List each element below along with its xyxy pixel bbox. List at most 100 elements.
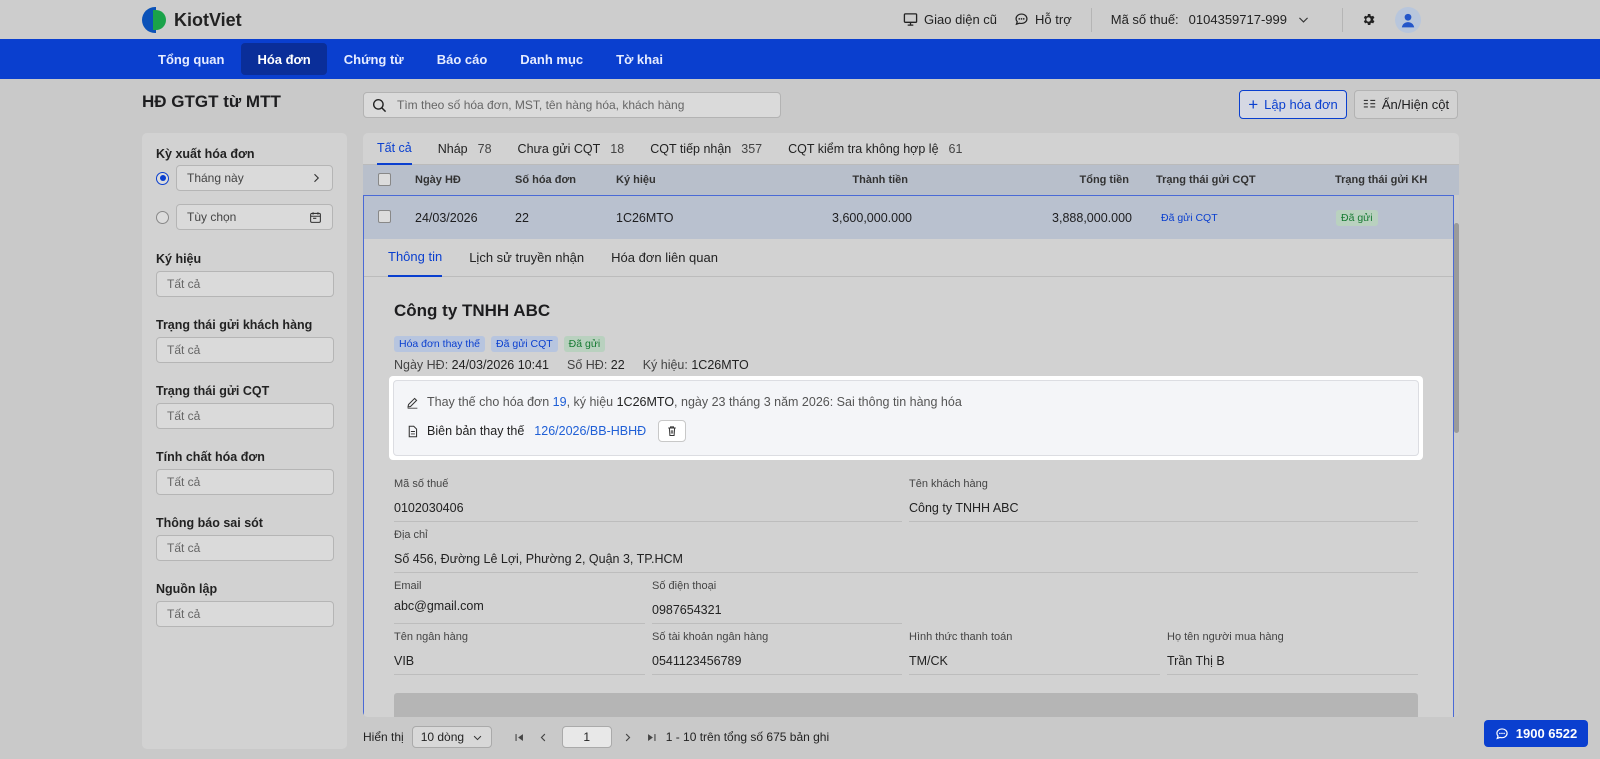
- pagination: Hiển thị 10 dòng 1 1 - 10 trên tổng số 6…: [363, 726, 829, 748]
- divider: [1342, 7, 1343, 32]
- divider: [1090, 7, 1092, 32]
- prev-page-button[interactable]: [534, 726, 554, 748]
- scrollbar[interactable]: [1454, 195, 1459, 717]
- toggle-columns-button[interactable]: Ẩn/Hiện cột: [1354, 90, 1458, 119]
- col-kh-status[interactable]: Trạng thái gửi KH: [1335, 174, 1427, 186]
- invoice-detail-panel: Thông tin Lịch sử truyền nhận Hóa đơn li…: [363, 239, 1454, 717]
- columns-icon: [1363, 99, 1376, 108]
- avatar[interactable]: [1395, 6, 1421, 33]
- hotline-button[interactable]: 1900 6522: [1484, 720, 1588, 747]
- page-input[interactable]: 1: [561, 726, 612, 748]
- tab-invalid[interactable]: CQT kiểm tra không hợp lệ 61: [788, 133, 962, 165]
- col-number[interactable]: Số hóa đơn: [515, 174, 576, 186]
- nav-vouchers[interactable]: Chứng từ: [328, 43, 420, 75]
- col-symbol[interactable]: Ký hiệu: [616, 174, 656, 186]
- top-actions: Giao diện cũ Hỗ trợ Mã số thuế: 01043597…: [903, 0, 1600, 39]
- meta-number-label: Số HĐ:: [567, 358, 608, 372]
- last-page-button[interactable]: [642, 726, 662, 748]
- delete-minutes-button[interactable]: [658, 420, 687, 442]
- col-amount[interactable]: Thành tiền: [852, 174, 908, 186]
- tab-label: CQT tiếp nhận: [650, 141, 732, 156]
- filter-cqt-status-select[interactable]: Tất cả: [156, 403, 334, 429]
- address-value: Số 456, Đường Lê Lợi, Phường 2, Quận 3, …: [394, 552, 683, 566]
- minutes-link[interactable]: 126/2026/BB-HBHĐ: [534, 424, 646, 438]
- filter-invoice-type-select[interactable]: Tất cả: [156, 469, 334, 495]
- chevron-down-icon: [473, 735, 481, 740]
- tab-accepted[interactable]: CQT tiếp nhận 357: [650, 133, 762, 165]
- minutes-label: Biên bản thay thế: [427, 424, 525, 438]
- replaced-invoice-link[interactable]: 19: [553, 395, 567, 409]
- old-ui-button[interactable]: Giao diện cũ: [903, 12, 997, 27]
- nav-invoices[interactable]: Hóa đơn: [241, 43, 327, 75]
- tab-all[interactable]: Tất cả: [377, 133, 412, 165]
- tab-info[interactable]: Thông tin: [388, 239, 443, 277]
- filter-source-select[interactable]: Tất cả: [156, 601, 334, 627]
- filter-customer-status-select[interactable]: Tất cả: [156, 337, 334, 363]
- next-page-button[interactable]: [618, 726, 638, 748]
- tab-count: 78: [477, 141, 492, 156]
- settings-button[interactable]: [1361, 12, 1376, 27]
- page-size-value: 10 dòng: [420, 730, 465, 744]
- items-table-header: [394, 693, 1418, 717]
- meta-symbol: Ký hiệu: 1C26MTO: [643, 358, 749, 372]
- meta-symbol-value: 1C26MTO: [691, 358, 749, 372]
- chevron-down-icon: [1299, 17, 1308, 23]
- address-field: Địa chỉ Số 456, Đường Lê Lợi, Phường 2, …: [394, 529, 1418, 573]
- tab-draft[interactable]: Nháp 78: [438, 133, 492, 165]
- customer-name-label: Tên khách hàng: [909, 478, 988, 490]
- replace-symbol: 1C26MTO: [616, 395, 675, 409]
- buyer-value: Trần Thị B: [1167, 654, 1225, 668]
- filter-symbol-select[interactable]: Tất cả: [156, 271, 334, 297]
- col-total[interactable]: Tổng tiền: [1080, 174, 1130, 186]
- document-icon: [408, 425, 418, 437]
- tab-not-sent[interactable]: Chưa gửi CQT 18: [518, 133, 625, 165]
- row-cqt-status-badge: Đã gửi CQT: [1161, 211, 1218, 224]
- replace-prefix: Thay thế cho hóa đơn: [427, 395, 550, 409]
- tab-transmission-history[interactable]: Lịch sử truyền nhận: [469, 239, 584, 277]
- email-value: abc@gmail.com: [394, 599, 484, 613]
- radio-unselected[interactable]: [156, 210, 169, 224]
- filter-cqt-status-label: Trạng thái gửi CQT: [156, 384, 270, 398]
- cqt-sent-badge: Đã gửi CQT: [491, 336, 558, 352]
- nav-declarations[interactable]: Tờ khai: [600, 43, 679, 75]
- last-page-icon: [648, 733, 656, 741]
- filter-error-notice-select[interactable]: Tất cả: [156, 535, 334, 561]
- nav-overview[interactable]: Tổng quan: [142, 43, 240, 75]
- period-this-month-option[interactable]: Tháng này: [156, 165, 333, 191]
- filter-sidebar: Kỳ xuất hóa đơn Tháng này Tùy chọn Ký hi…: [142, 133, 347, 749]
- tax-code-value: 0102030406: [394, 501, 464, 515]
- create-invoice-button[interactable]: + Lập hóa đơn: [1239, 90, 1347, 119]
- create-invoice-label: Lập hóa đơn: [1264, 97, 1338, 112]
- first-page-button[interactable]: [510, 726, 530, 748]
- search-box[interactable]: [363, 92, 781, 118]
- col-date[interactable]: Ngày HĐ: [415, 174, 461, 186]
- tax-code-selector[interactable]: Mã số thuế: 0104359717-999: [1111, 12, 1310, 27]
- period-custom-select[interactable]: Tùy chọn: [176, 204, 333, 230]
- tab-label: Tất cả: [377, 140, 412, 155]
- support-button[interactable]: Hỗ trợ: [1014, 12, 1072, 27]
- col-cqt-status[interactable]: Trạng thái gửi CQT: [1156, 174, 1256, 186]
- status-tabs: Tất cả Nháp 78 Chưa gửi CQT 18 CQT tiếp nh…: [363, 133, 1459, 165]
- select-all-checkbox[interactable]: [378, 173, 391, 186]
- chat-icon: [1015, 13, 1028, 26]
- kiotviet-logo[interactable]: KiotViet: [142, 7, 242, 33]
- pencil-icon: [407, 397, 418, 409]
- bank-field: Tên ngân hàng VIB: [394, 631, 645, 675]
- filter-error-notice-label: Thông báo sai sót: [156, 516, 263, 530]
- customer-name-field: Tên khách hàng Công ty TNHH ABC: [909, 478, 1418, 522]
- hotline-number: 1900 6522: [1515, 726, 1578, 741]
- tab-related-invoices[interactable]: Hóa đơn liên quan: [611, 239, 718, 277]
- period-this-month-select[interactable]: Tháng này: [176, 165, 333, 191]
- nav-catalog[interactable]: Danh mục: [504, 43, 599, 75]
- radio-selected[interactable]: [156, 171, 169, 185]
- period-custom-option[interactable]: Tùy chọn: [156, 204, 333, 230]
- plus-icon: +: [1248, 95, 1259, 114]
- table-row[interactable]: 24/03/2026 22 1C26MTO 3,600,000.000 3,88…: [363, 195, 1454, 239]
- search-input[interactable]: [397, 98, 767, 112]
- nav-reports[interactable]: Báo cáo: [421, 43, 504, 75]
- scrollbar-thumb[interactable]: [1454, 223, 1459, 433]
- page-size-select[interactable]: 10 dòng: [411, 726, 492, 748]
- account-field: Số tài khoản ngân hàng 0541123456789: [652, 631, 902, 675]
- buyer-label: Họ tên người mua hàng: [1167, 631, 1284, 643]
- row-checkbox[interactable]: [378, 210, 391, 223]
